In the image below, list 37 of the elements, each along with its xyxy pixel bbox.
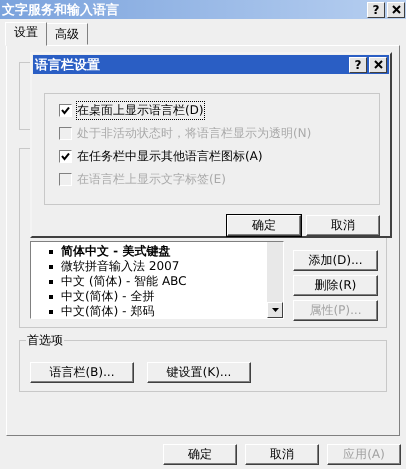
push-button[interactable]: 删除(R) bbox=[293, 275, 378, 296]
bullet-icon bbox=[49, 310, 53, 314]
close-icon bbox=[374, 60, 382, 70]
push-button[interactable]: 添加(D)... bbox=[293, 250, 378, 271]
help-button[interactable]: ? bbox=[367, 2, 385, 18]
bullet-icon bbox=[49, 294, 53, 298]
window-title: 文字服务和输入语言 bbox=[2, 2, 119, 18]
push-button[interactable]: 键设置(K)... bbox=[147, 362, 251, 383]
list-item[interactable]: 中文(简体) - 全拼 bbox=[61, 288, 154, 305]
checkbox-label: 处于非活动状态时，将语言栏显示为透明(N) bbox=[77, 124, 312, 142]
checkbox[interactable] bbox=[59, 150, 72, 163]
tab[interactable]: 设置 bbox=[5, 22, 47, 46]
bullet-icon bbox=[49, 264, 53, 268]
group-title: 首选项 bbox=[26, 332, 64, 349]
bullet-icon bbox=[49, 250, 53, 254]
list-item[interactable]: 微软拼音输入法 2007 bbox=[61, 258, 180, 275]
push-button[interactable]: 确定 bbox=[227, 215, 301, 236]
list-item[interactable]: 简体中文 - 美式键盘 bbox=[61, 243, 170, 260]
push-button[interactable]: 取消 bbox=[245, 444, 319, 465]
bullet-icon bbox=[49, 280, 53, 284]
push-button[interactable]: 语言栏(B)... bbox=[30, 362, 134, 383]
tab[interactable]: 高级 bbox=[46, 23, 88, 45]
close-button[interactable] bbox=[387, 2, 405, 18]
scrollbar[interactable] bbox=[267, 242, 283, 318]
checkbox[interactable] bbox=[59, 104, 72, 117]
help-button[interactable]: ? bbox=[349, 56, 367, 73]
push-button[interactable]: 取消 bbox=[306, 215, 380, 236]
dialog-title: 语言栏设置 bbox=[35, 56, 100, 74]
close-icon bbox=[392, 5, 400, 14]
push-button[interactable]: 确定 bbox=[163, 444, 237, 465]
list-item[interactable]: 中文(简体) - 郑码 bbox=[61, 303, 154, 318]
list-box[interactable]: 简体中文 - 美式键盘 微软拼音输入法 2007 中文 (简体) - 智能 ABC 中文(简体) - 全拼 中文(简体) - 郑码 bbox=[30, 241, 284, 319]
list-item[interactable]: 中文 (简体) - 智能 ABC bbox=[61, 273, 187, 290]
checkbox-label[interactable]: 在桌面上显示语言栏(D) bbox=[77, 102, 204, 119]
checkbox-label[interactable]: 在任务栏中显示其他语言栏图标(A) bbox=[77, 148, 263, 165]
checkbox-label: 在语言栏上显示文字标签(E) bbox=[77, 170, 226, 188]
close-button[interactable] bbox=[369, 56, 387, 73]
